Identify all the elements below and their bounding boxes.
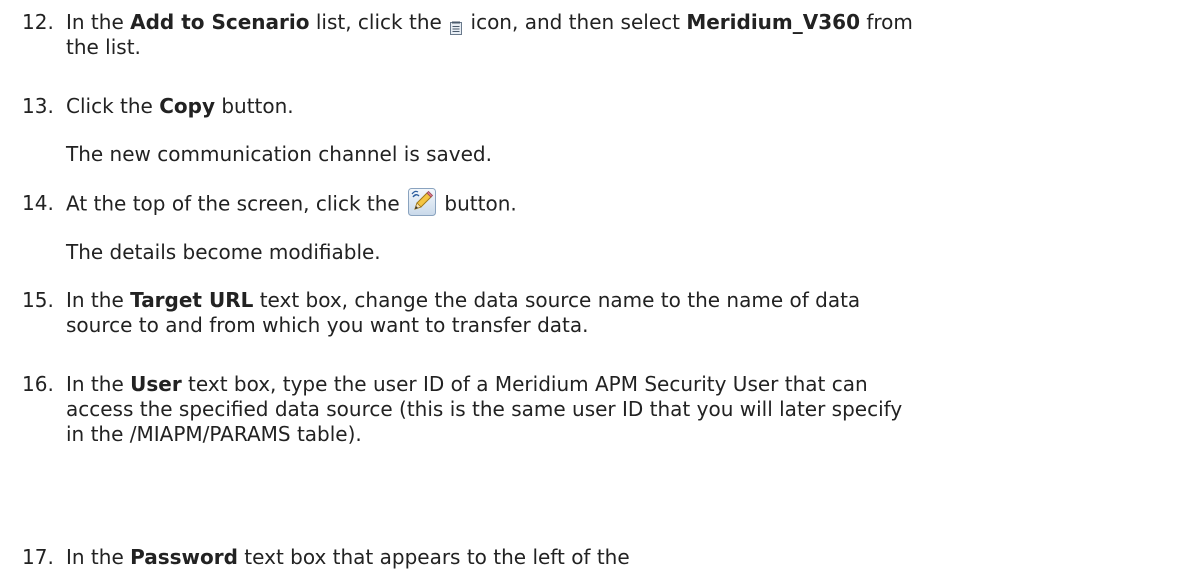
step-text: At the top of the screen, click the butt…: [66, 188, 1182, 219]
step-16: 16. In the User text box, type the user …: [22, 372, 1182, 447]
step-17: 17. In the Password text box that appear…: [22, 545, 1182, 570]
step-14: 14. At the top of the screen, click the …: [22, 188, 1182, 219]
ui-term: Copy: [159, 94, 215, 118]
step-number: 12.: [22, 10, 54, 34]
step-12: 12. In the Add to Scenario list, click t…: [22, 10, 1182, 60]
step-13-result: The new communication channel is saved.: [66, 142, 492, 166]
step-13: 13. Click the Copy button.: [22, 94, 1182, 119]
step-14-result: The details become modifiable.: [66, 240, 381, 264]
step-text: Click the Copy button.: [66, 94, 294, 118]
ui-term: Target URL: [130, 288, 254, 312]
step-15: 15. In the Target URL text box, change t…: [22, 288, 1182, 338]
edit-pencil-icon: [408, 188, 437, 216]
step-text: In the User text box, type the user ID o…: [66, 372, 903, 446]
ui-term: User: [130, 372, 182, 396]
step-number: 16.: [22, 372, 54, 396]
step-text: In the Add to Scenario list, click the i…: [66, 10, 913, 59]
step-number: 17.: [22, 545, 54, 569]
step-text: In the Target URL text box, change the d…: [66, 288, 861, 337]
ui-term: Password: [130, 545, 238, 569]
step-text: In the Password text box that appears to…: [66, 545, 630, 569]
ui-term: Meridium_V360: [686, 10, 860, 34]
step-number: 15.: [22, 288, 54, 312]
ui-term: Add to Scenario: [130, 10, 310, 34]
list-icon: [450, 16, 463, 35]
document-page: 12. In the Add to Scenario list, click t…: [0, 0, 1198, 580]
step-number: 14.: [22, 191, 54, 215]
step-number: 13.: [22, 94, 54, 118]
